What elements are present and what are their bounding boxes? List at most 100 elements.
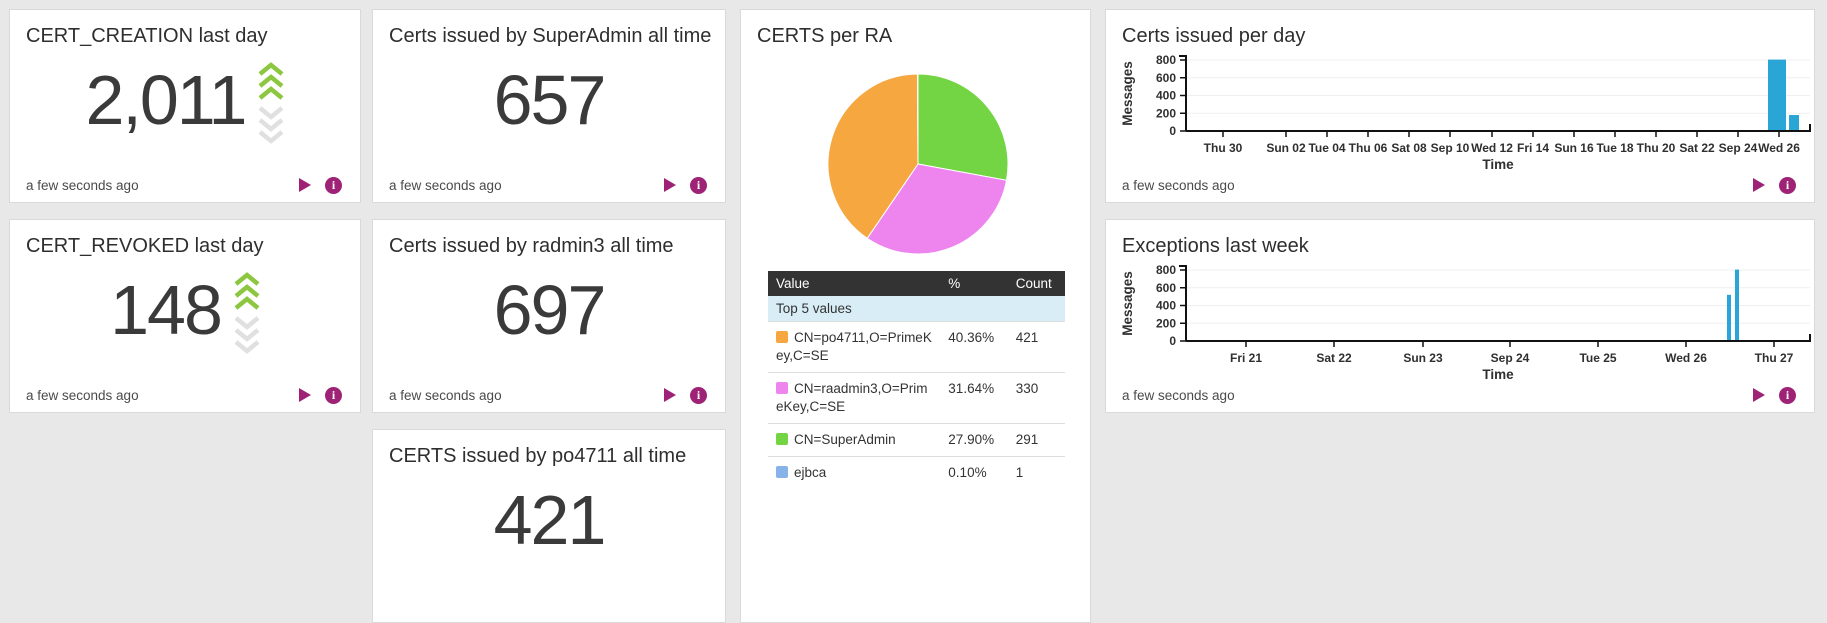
col-header-count: Count bbox=[1008, 271, 1065, 296]
chart-card-exceptions: Exceptions last week 0200400600800Fri 21… bbox=[1105, 219, 1815, 413]
bar bbox=[1768, 60, 1786, 131]
series-swatch bbox=[776, 466, 788, 478]
y-tick-label: 600 bbox=[1156, 71, 1176, 85]
card-footer: a few seconds ago i bbox=[26, 386, 342, 404]
x-tick-label: Sat 08 bbox=[1391, 141, 1427, 155]
table-row: CN=raadmin3,O=PrimeKey,C=SE 31.64% 330 bbox=[768, 373, 1065, 424]
x-axis-label: Time bbox=[1482, 157, 1514, 172]
x-axis bbox=[1186, 334, 1810, 341]
metric-card-cert-revoked: CERT_REVOKED last day 148 a few seconds … bbox=[9, 219, 361, 413]
table-group-row: Top 5 values bbox=[768, 296, 1065, 322]
metric-card-cert-creation: CERT_CREATION last day 2,011 a few secon… bbox=[9, 9, 361, 203]
row-count: 421 bbox=[1008, 322, 1065, 373]
footer-icons: i bbox=[299, 177, 342, 194]
footer-icons: i bbox=[664, 387, 707, 404]
x-tick-label: Sat 22 bbox=[1679, 141, 1715, 155]
x-tick-label: Sun 02 bbox=[1266, 141, 1306, 155]
trend-down-icon bbox=[236, 318, 258, 351]
metric-value-row: 421 bbox=[373, 484, 725, 556]
play-icon[interactable] bbox=[1753, 178, 1765, 192]
x-tick-label: Wed 26 bbox=[1665, 351, 1707, 365]
series-swatch bbox=[776, 382, 788, 394]
card-footer: a few seconds ago i bbox=[26, 176, 342, 194]
x-tick-label: Wed 12 bbox=[1471, 141, 1513, 155]
col-header-value: Value bbox=[768, 271, 940, 296]
row-count: 291 bbox=[1008, 424, 1065, 457]
card-title: CERT_CREATION last day bbox=[26, 25, 268, 48]
table-row: CN=SuperAdmin 27.90% 291 bbox=[768, 424, 1065, 457]
info-icon[interactable]: i bbox=[690, 387, 707, 404]
x-axis-label: Time bbox=[1482, 367, 1514, 382]
card-footer: a few seconds ago i bbox=[1122, 386, 1796, 404]
card-title: CERT_REVOKED last day bbox=[26, 235, 264, 258]
metric-value: 2,011 bbox=[86, 65, 246, 135]
footer-icons: i bbox=[299, 387, 342, 404]
footer-icons: i bbox=[1753, 177, 1796, 194]
row-pct: 0.10% bbox=[940, 457, 1007, 490]
card-footer: a few seconds ago i bbox=[389, 386, 707, 404]
last-updated: a few seconds ago bbox=[26, 388, 139, 403]
info-icon[interactable]: i bbox=[325, 177, 342, 194]
x-tick-label: Thu 06 bbox=[1349, 141, 1388, 155]
play-icon[interactable] bbox=[1753, 388, 1765, 402]
bar-chart-certs-per-day: 0200400600800Thu 30Sun 02Tue 04Thu 06Sat… bbox=[1106, 10, 1814, 202]
y-axis-label: Messages bbox=[1120, 61, 1135, 126]
y-tick-label: 800 bbox=[1156, 263, 1176, 277]
card-title: Certs issued by SuperAdmin all time bbox=[389, 25, 711, 48]
x-tick-label: Tue 04 bbox=[1308, 141, 1345, 155]
row-pct: 40.36% bbox=[940, 322, 1007, 373]
table-header-row: Value % Count bbox=[768, 271, 1065, 296]
trend-down-icon bbox=[260, 108, 282, 141]
pie-slice bbox=[918, 74, 1008, 180]
metric-card-certs-superadmin: Certs issued by SuperAdmin all time 657 … bbox=[372, 9, 726, 203]
metric-value: 657 bbox=[494, 65, 605, 135]
info-icon[interactable]: i bbox=[1779, 177, 1796, 194]
row-label: ejbca bbox=[794, 465, 826, 480]
last-updated: a few seconds ago bbox=[389, 178, 502, 193]
row-pct: 31.64% bbox=[940, 373, 1007, 424]
play-icon[interactable] bbox=[299, 178, 311, 192]
info-icon[interactable]: i bbox=[690, 177, 707, 194]
x-tick-label: Wed 26 bbox=[1758, 141, 1800, 155]
trend-up-icon bbox=[260, 65, 282, 98]
info-icon[interactable]: i bbox=[1779, 387, 1796, 404]
series-swatch bbox=[776, 331, 788, 343]
footer-icons: i bbox=[664, 177, 707, 194]
card-footer: a few seconds ago i bbox=[1122, 176, 1796, 194]
metric-value-row: 657 bbox=[373, 64, 725, 136]
group-label: Top 5 values bbox=[768, 296, 1065, 322]
col-header-pct: % bbox=[940, 271, 1007, 296]
metric-value: 148 bbox=[110, 275, 221, 345]
x-tick-label: Sep 10 bbox=[1431, 141, 1470, 155]
y-axis bbox=[1179, 266, 1186, 341]
play-icon[interactable] bbox=[664, 388, 676, 402]
bar bbox=[1735, 270, 1739, 341]
y-tick-label: 200 bbox=[1156, 316, 1176, 330]
info-icon[interactable]: i bbox=[325, 387, 342, 404]
row-label: CN=po4711,O=PrimeKey,C=SE bbox=[776, 330, 932, 363]
y-tick-label: 0 bbox=[1169, 124, 1176, 138]
x-tick-label: Fri 21 bbox=[1230, 351, 1262, 365]
metric-value-row: 2,011 bbox=[10, 64, 360, 136]
trend-up-icon bbox=[236, 275, 258, 308]
card-title: CERTS issued by po4711 all time bbox=[389, 445, 686, 468]
last-updated: a few seconds ago bbox=[389, 388, 502, 403]
y-axis-label: Messages bbox=[1120, 271, 1135, 336]
bar bbox=[1727, 295, 1731, 341]
x-tick-label: Sun 23 bbox=[1403, 351, 1443, 365]
metric-value: 697 bbox=[494, 275, 605, 345]
play-icon[interactable] bbox=[299, 388, 311, 402]
quick-values-table: Value % Count Top 5 values CN=po4711,O=P… bbox=[768, 271, 1065, 489]
play-icon[interactable] bbox=[664, 178, 676, 192]
last-updated: a few seconds ago bbox=[26, 178, 139, 193]
x-tick-label: Sep 24 bbox=[1719, 141, 1758, 155]
card-footer: a few seconds ago i bbox=[389, 176, 707, 194]
y-tick-label: 0 bbox=[1169, 334, 1176, 348]
footer-icons: i bbox=[1753, 387, 1796, 404]
pie-slice bbox=[917, 74, 918, 164]
last-updated: a few seconds ago bbox=[1122, 178, 1235, 193]
pie-card-certs-per-ra: CERTS per RA Value % Count Top 5 values … bbox=[740, 9, 1091, 623]
row-count: 1 bbox=[1008, 457, 1065, 490]
last-updated: a few seconds ago bbox=[1122, 388, 1235, 403]
table-row: CN=po4711,O=PrimeKey,C=SE 40.36% 421 bbox=[768, 322, 1065, 373]
